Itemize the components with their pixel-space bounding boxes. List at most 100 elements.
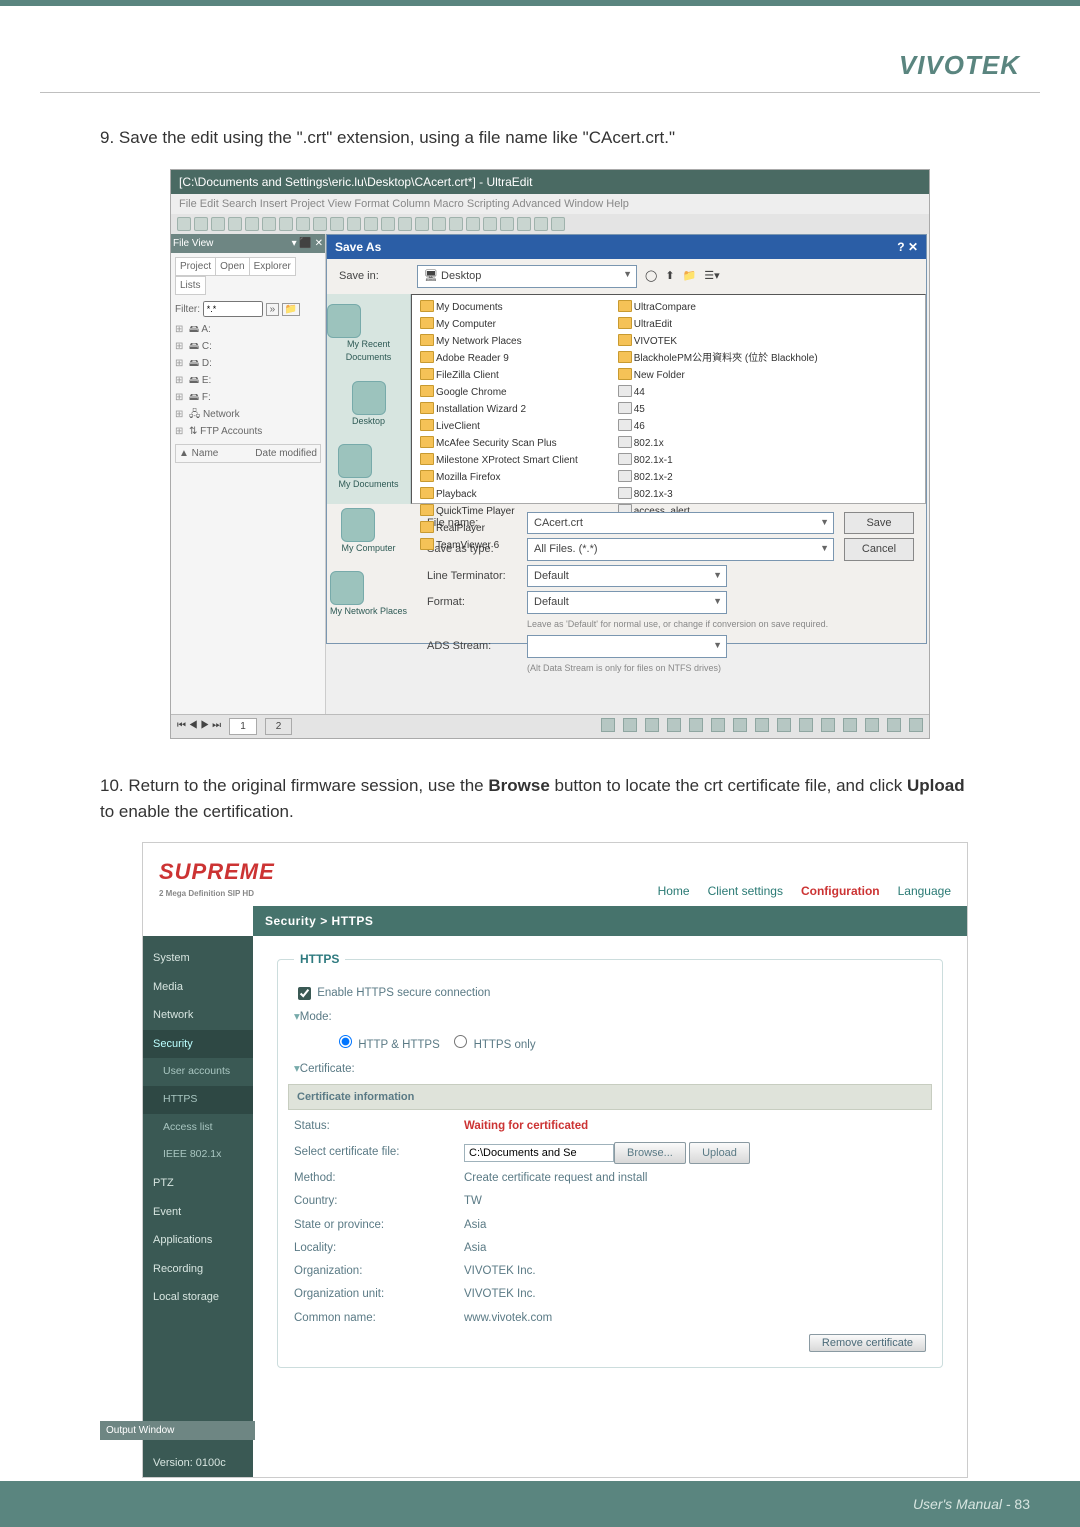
drive-item[interactable]: 🖴 A: [175,321,321,338]
mydocs-icon[interactable] [338,444,372,478]
file-item[interactable]: UltraCompare [618,299,818,316]
file-item[interactable]: Playback [420,486,578,503]
drive-item[interactable]: 🖴 F: [175,389,321,406]
sidebar-item[interactable]: Security [143,1030,253,1059]
folder-icon[interactable]: 📁 [282,303,300,316]
browse-button[interactable]: Browse... [614,1142,686,1165]
up-icon[interactable]: ⬆ [665,268,674,285]
file-item[interactable]: Google Chrome [420,384,578,401]
cert-disclosure[interactable]: Certificate: [294,1061,926,1078]
mode-disclosure[interactable]: Mode: [294,1009,926,1026]
sidebar-item[interactable]: Event [143,1198,253,1227]
back-icon[interactable]: ◯ [645,268,657,285]
file-item[interactable]: BlackholePM公用資料夾 (位於 Blackhole) [618,350,818,367]
recent-icon[interactable] [327,304,361,338]
file-item[interactable]: My Computer [420,316,578,333]
file-item[interactable]: FileZilla Client [420,367,578,384]
file-item[interactable]: McAfee Security Scan Plus [420,435,578,452]
file-item[interactable]: 46 [618,418,818,435]
filter-input[interactable] [203,301,263,317]
editor-menubar[interactable]: File Edit Search Insert Project View For… [171,194,929,215]
cert-file-input[interactable] [464,1144,614,1162]
lineterm-dropdown[interactable]: Default [527,565,727,588]
file-item[interactable]: 802.1x [618,435,818,452]
savetype-dropdown[interactable]: All Files. (*.*) [527,538,834,561]
sidebar-item[interactable]: Applications [143,1226,253,1255]
sidebar-item[interactable]: User accounts [143,1058,253,1086]
version-label: Version: 0100c [143,1449,253,1478]
drive-item[interactable]: 🖴 E: [175,372,321,389]
editor-title: [C:\Documents and Settings\eric.lu\Deskt… [171,170,929,194]
drive-item[interactable]: 🖧 Network [175,406,321,423]
remove-cert-button[interactable]: Remove certificate [809,1334,926,1352]
mode-http-https[interactable] [339,1035,352,1048]
netplaces-icon[interactable] [330,571,364,605]
sidebar-item[interactable]: System [143,944,253,973]
tab-open[interactable]: Open [215,257,249,276]
ads-dropdown[interactable] [527,635,727,658]
nav-home[interactable]: Home [658,882,690,900]
file-item[interactable]: My Documents [420,299,578,316]
file-item[interactable]: VIVOTEK [618,333,818,350]
drive-item[interactable]: 🖴 C: [175,338,321,355]
nav-client[interactable]: Client settings [708,882,783,900]
file-item[interactable]: 802.1x-2 [618,469,818,486]
cert-row: State or province:Asia [294,1217,926,1234]
file-item[interactable]: 45 [618,401,818,418]
drive-item[interactable]: ⇅ FTP Accounts [175,423,321,440]
newfolder-icon[interactable]: 📁 [683,268,697,285]
file-list[interactable]: My DocumentsMy ComputerMy Network Places… [411,294,926,504]
dialog-close-icon[interactable]: ? ✕ [897,238,918,256]
sidebar-item[interactable]: Local storage [143,1283,253,1312]
mycomp-icon[interactable] [341,508,375,542]
file-item[interactable]: 802.1x-3 [618,486,818,503]
mode-https-only[interactable] [454,1035,467,1048]
filename-input[interactable]: CAcert.crt [527,512,834,535]
brand-label: VIVOTEK [899,50,1020,81]
sidebar-item[interactable]: HTTPS [143,1086,253,1114]
file-item[interactable]: 802.1x-1 [618,452,818,469]
file-explorer-panel[interactable]: File View ▾ ⬛ ✕ ProjectOpenExplorerLists… [171,234,326,714]
file-item[interactable]: Mozilla Firefox [420,469,578,486]
sidebar-item[interactable]: Recording [143,1255,253,1284]
drive-item[interactable]: 🖴 D: [175,355,321,372]
file-item[interactable]: My Network Places [420,333,578,350]
save-button[interactable]: Save [844,512,914,535]
breadcrumb: Security > HTTPS [253,906,967,936]
cert-status: Waiting for certificated [464,1118,588,1135]
file-item[interactable]: LiveClient [420,418,578,435]
sidebar-item[interactable]: IEEE 802.1x [143,1141,253,1169]
savein-dropdown[interactable]: 🖥 Desktop [417,265,637,288]
cancel-button[interactable]: Cancel [844,538,914,561]
format-dropdown[interactable]: Default [527,591,727,614]
supreme-logo: SUPREME2 Mega Definition SIP HD [159,855,275,900]
places-bar[interactable]: My Recent Documents Desktop My Documents… [327,294,411,504]
nav-language[interactable]: Language [898,882,951,900]
desktop-icon[interactable] [352,381,386,415]
sidebar-item[interactable]: Media [143,973,253,1002]
sidebar[interactable]: SystemMediaNetworkSecurityUser accountsH… [143,936,253,1396]
editor-toolbar[interactable] [171,214,929,234]
tab-project[interactable]: Project [175,257,216,276]
step-10: 10. Return to the original firmware sess… [100,773,980,824]
output-window[interactable]: Output Window [100,1421,255,1440]
sidebar-item[interactable]: Network [143,1001,253,1030]
tab-lists[interactable]: Lists [175,276,206,295]
tab-explorer[interactable]: Explorer [249,257,296,276]
file-item[interactable]: New Folder [618,367,818,384]
sidebar-item[interactable]: PTZ [143,1169,253,1198]
file-item[interactable]: Milestone XProtect Smart Client [420,452,578,469]
enable-https-checkbox[interactable] [298,987,311,1000]
cert-row: Organization unit:VIVOTEK Inc. [294,1286,926,1303]
view-icon[interactable]: ☰▾ [704,268,719,285]
file-item[interactable]: Adobe Reader 9 [420,350,578,367]
screenshot-save-as: [C:\Documents and Settings\eric.lu\Deskt… [170,169,930,740]
file-item[interactable]: Installation Wizard 2 [420,401,578,418]
upload-button[interactable]: Upload [689,1142,750,1165]
file-item[interactable]: 44 [618,384,818,401]
ads-hint: (Alt Data Stream is only for files on NT… [427,662,914,676]
nav-config[interactable]: Configuration [801,882,880,900]
go-icon[interactable]: » [266,303,280,316]
file-item[interactable]: UltraEdit [618,316,818,333]
sidebar-item[interactable]: Access list [143,1114,253,1142]
